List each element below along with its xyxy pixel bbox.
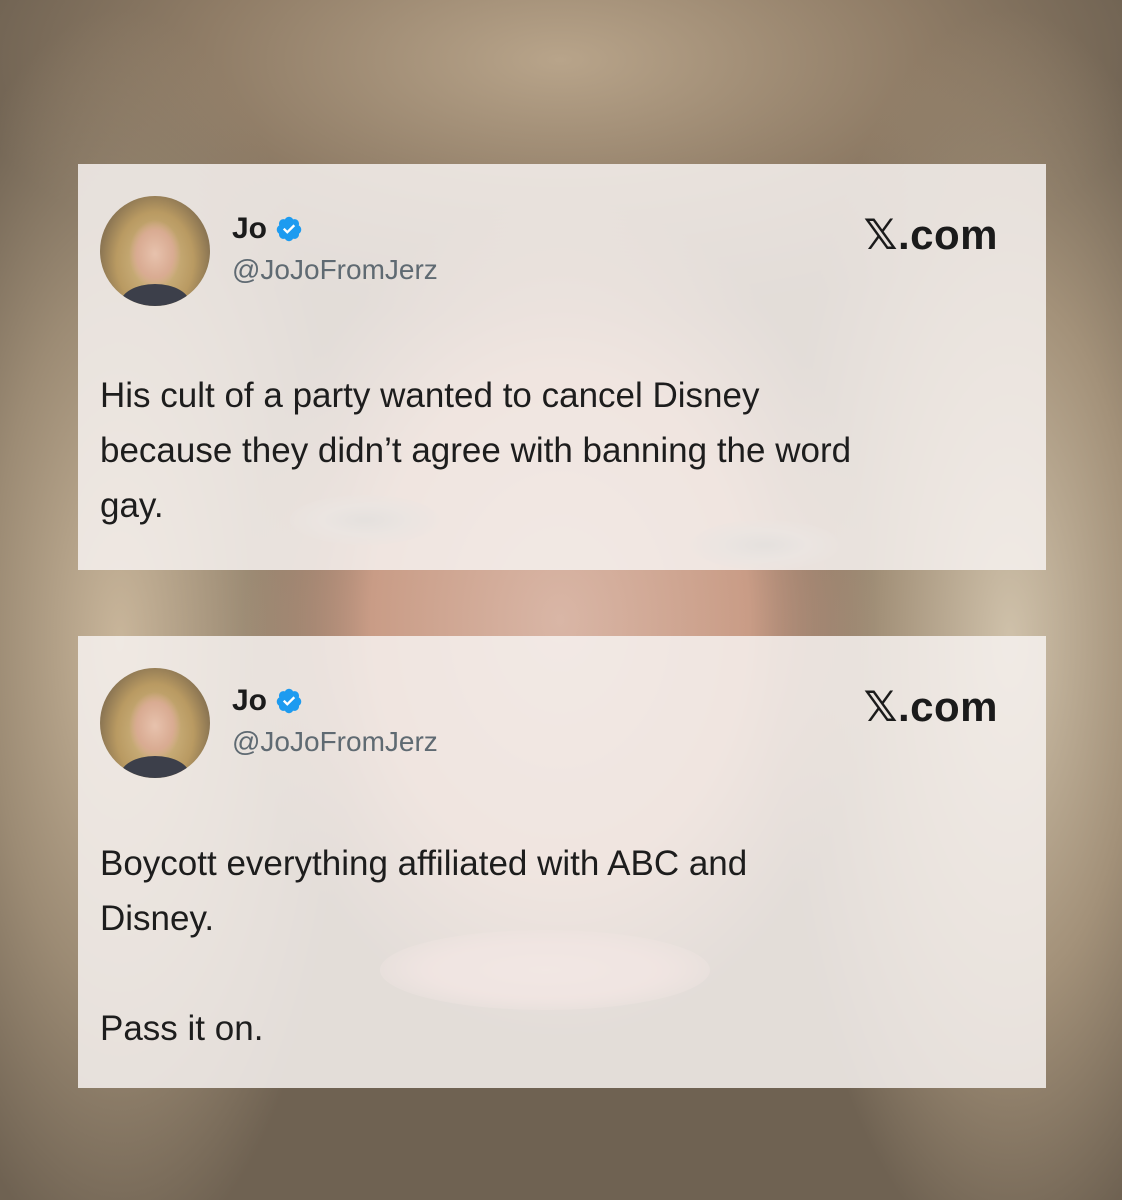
verified-badge-icon [276, 216, 302, 242]
avatar-shoulders [120, 756, 190, 778]
x-logo[interactable]: 𝕏.com [864, 682, 998, 731]
name-row: Jo [232, 212, 303, 246]
avatar[interactable] [100, 668, 210, 778]
avatar[interactable] [100, 196, 210, 306]
tweet-text: His cult of a party wanted to cancel Dis… [100, 376, 852, 525]
tweet-text: Boycott everything affiliated with ABC a… [100, 844, 748, 1048]
display-name[interactable]: Jo [232, 212, 267, 246]
x-logo[interactable]: 𝕏.com [864, 210, 998, 259]
name-row: Jo [232, 684, 303, 718]
avatar-shoulders [120, 284, 190, 306]
verified-badge-icon [276, 688, 302, 714]
tweet-card[interactable]: Jo @JoJoFromJerz 𝕏.com Boycott everythin… [78, 636, 1046, 1088]
user-handle[interactable]: @JoJoFromJerz [232, 254, 438, 286]
display-name[interactable]: Jo [232, 684, 267, 718]
user-handle[interactable]: @JoJoFromJerz [232, 726, 438, 758]
tweet-card[interactable]: Jo @JoJoFromJerz 𝕏.com His cult of a par… [78, 164, 1046, 570]
